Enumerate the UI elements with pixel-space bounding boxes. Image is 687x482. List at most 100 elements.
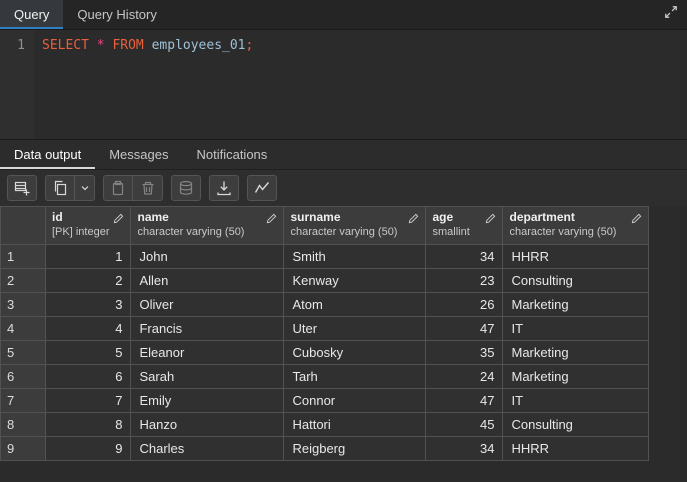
expand-panel-button[interactable] (655, 0, 687, 29)
cell-department[interactable]: IT (502, 388, 650, 413)
tab-notifications[interactable]: Notifications (182, 140, 281, 169)
cell-surname[interactable]: Kenway (283, 268, 427, 293)
line-number: 1 (17, 38, 25, 53)
cell-department[interactable]: Marketing (502, 364, 650, 389)
save-data-changes-button[interactable] (171, 175, 201, 201)
table-row: 4 4 Francis Uter 47 IT (0, 316, 650, 341)
column-type: character varying (50) (290, 226, 398, 238)
copy-button[interactable] (45, 175, 75, 201)
sql-code-line: SELECT * FROM employees_01; (34, 30, 253, 139)
cell-name[interactable]: Eleanor (130, 340, 285, 365)
cell-id[interactable]: 6 (44, 364, 132, 389)
tab-messages[interactable]: Messages (95, 140, 182, 169)
cell-name[interactable]: Oliver (130, 292, 285, 317)
row-number[interactable]: 8 (0, 412, 46, 437)
sql-star-token: * (96, 38, 105, 53)
copy-options-button[interactable] (75, 175, 95, 201)
edit-column-icon[interactable] (408, 212, 419, 227)
cell-age[interactable]: 45 (425, 412, 504, 437)
column-name: age (432, 210, 454, 224)
edit-column-icon[interactable] (631, 212, 642, 227)
column-header-department[interactable]: department character varying (50) (502, 206, 650, 245)
cell-name[interactable]: Allen (130, 268, 285, 293)
cell-id[interactable]: 9 (44, 436, 132, 461)
cell-surname[interactable]: Hattori (283, 412, 427, 437)
cell-surname[interactable]: Connor (283, 388, 427, 413)
column-name: department (509, 210, 575, 224)
edit-column-icon[interactable] (485, 212, 496, 227)
cell-age[interactable]: 24 (425, 364, 504, 389)
add-row-button[interactable] (7, 175, 37, 201)
column-name: name (137, 210, 169, 224)
row-number[interactable]: 2 (0, 268, 46, 293)
cell-name[interactable]: Emily (130, 388, 285, 413)
cell-id[interactable]: 2 (44, 268, 132, 293)
column-header-age[interactable]: age smallint (425, 206, 504, 245)
column-header-name[interactable]: name character varying (50) (130, 206, 285, 245)
table-row: 1 1 John Smith 34 HHRR (0, 244, 650, 269)
add-row-icon (14, 180, 30, 196)
tab-query[interactable]: Query (0, 0, 64, 29)
cell-name[interactable]: Francis (130, 316, 285, 341)
cell-age[interactable]: 47 (425, 388, 504, 413)
cell-department[interactable]: Consulting (502, 268, 650, 293)
row-number[interactable]: 7 (0, 388, 46, 413)
cell-department[interactable]: Marketing (502, 340, 650, 365)
tab-query-history[interactable]: Query History (63, 0, 170, 29)
cell-age[interactable]: 23 (425, 268, 504, 293)
cell-id[interactable]: 5 (44, 340, 132, 365)
cell-surname[interactable]: Uter (283, 316, 427, 341)
cell-id[interactable]: 3 (44, 292, 132, 317)
column-type: character varying (50) (137, 226, 245, 238)
data-output-toolbar (0, 170, 687, 206)
cell-id[interactable]: 7 (44, 388, 132, 413)
cell-surname[interactable]: Atom (283, 292, 427, 317)
column-name: surname (290, 210, 341, 224)
graph-visualiser-button[interactable] (247, 175, 277, 201)
cell-department[interactable]: Consulting (502, 412, 650, 437)
row-number[interactable]: 6 (0, 364, 46, 389)
trash-icon (140, 180, 156, 196)
cell-age[interactable]: 35 (425, 340, 504, 365)
row-number-header (0, 206, 46, 245)
row-number[interactable]: 1 (0, 244, 46, 269)
cell-department[interactable]: HHRR (502, 436, 650, 461)
cell-age[interactable]: 26 (425, 292, 504, 317)
cell-id[interactable]: 4 (44, 316, 132, 341)
table-row: 3 3 Oliver Atom 26 Marketing (0, 292, 650, 317)
cell-surname[interactable]: Tarh (283, 364, 427, 389)
row-number[interactable]: 3 (0, 292, 46, 317)
cell-age[interactable]: 34 (425, 436, 504, 461)
column-type: character varying (50) (509, 226, 617, 238)
row-number[interactable]: 4 (0, 316, 46, 341)
row-number[interactable]: 5 (0, 340, 46, 365)
cell-department[interactable]: IT (502, 316, 650, 341)
cell-id[interactable]: 8 (44, 412, 132, 437)
edit-column-icon[interactable] (266, 212, 277, 227)
download-csv-button[interactable] (209, 175, 239, 201)
paste-icon (110, 180, 126, 196)
column-header-id[interactable]: id [PK] integer (44, 206, 132, 245)
cell-name[interactable]: Sarah (130, 364, 285, 389)
edit-column-icon[interactable] (113, 212, 124, 227)
sql-editor[interactable]: 1 SELECT * FROM employees_01; (0, 30, 687, 140)
cell-age[interactable]: 34 (425, 244, 504, 269)
cell-department[interactable]: HHRR (502, 244, 650, 269)
sql-semicolon: ; (245, 38, 254, 53)
column-type: [PK] integer (52, 226, 110, 238)
cell-surname[interactable]: Reigberg (283, 436, 427, 461)
cell-id[interactable]: 1 (44, 244, 132, 269)
paste-button[interactable] (103, 175, 133, 201)
row-number[interactable]: 9 (0, 436, 46, 461)
tab-data-output[interactable]: Data output (0, 140, 95, 169)
column-header-surname[interactable]: surname character varying (50) (283, 206, 427, 245)
cell-surname[interactable]: Smith (283, 244, 427, 269)
results-table: id [PK] integer name character varying (… (0, 206, 650, 461)
cell-age[interactable]: 47 (425, 316, 504, 341)
cell-surname[interactable]: Cubosky (283, 340, 427, 365)
cell-department[interactable]: Marketing (502, 292, 650, 317)
cell-name[interactable]: John (130, 244, 285, 269)
cell-name[interactable]: Charles (130, 436, 285, 461)
delete-row-button[interactable] (133, 175, 163, 201)
cell-name[interactable]: Hanzo (130, 412, 285, 437)
